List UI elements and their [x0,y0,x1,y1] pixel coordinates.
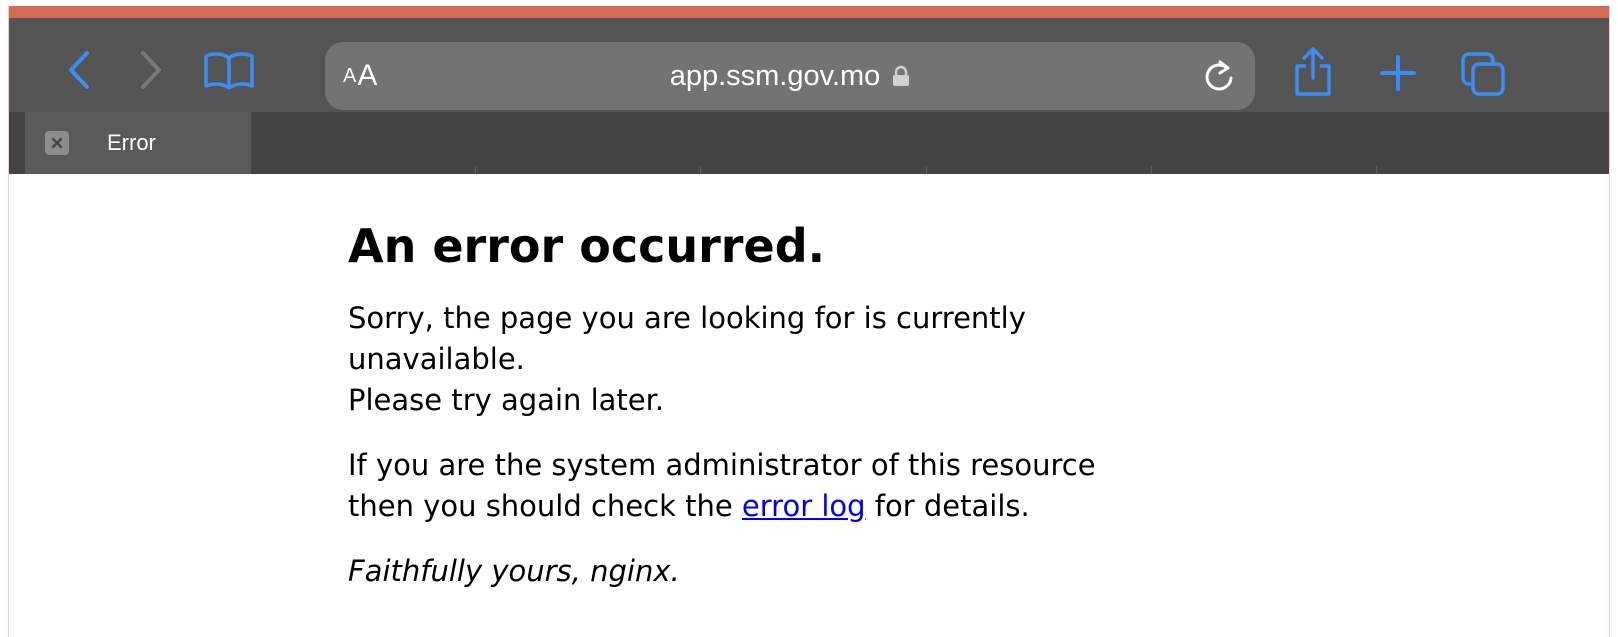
url-display[interactable]: app.ssm.gov.mo [325,42,1255,110]
tab-divider [475,166,476,174]
plus-icon [1379,54,1417,92]
lock-icon [892,65,910,87]
admin-message: If you are the system administrator of t… [348,445,1208,527]
address-bar[interactable]: AA app.ssm.gov.mo [325,42,1255,110]
reload-button[interactable] [1199,56,1239,96]
admin-line-before-link: then you should check the [348,489,742,523]
signature: Faithfully yours, nginx. [348,554,680,588]
tab-divider [926,166,927,174]
admin-line-after-link: for details. [865,489,1030,523]
tab-divider [1151,166,1152,174]
bookmarks-button[interactable] [199,46,259,94]
message-line: Please try again later. [348,383,665,417]
share-icon [1293,46,1333,98]
back-button[interactable] [59,46,99,94]
message-line: unavailable. [348,342,525,376]
book-icon [203,50,255,90]
page-title: An error occurred. [348,219,826,273]
browser-toolbar: AA app.ssm.gov.mo [9,18,1609,112]
tab-bar: Error [9,112,1609,174]
tab-divider [1376,166,1377,174]
browser-window: AA app.ssm.gov.mo Error An error occurre… [8,6,1610,637]
tab-error[interactable]: Error [25,112,251,174]
chevron-right-icon [138,50,164,90]
error-log-link[interactable]: error log [742,489,866,523]
tabs-overview-button[interactable] [1457,48,1509,100]
reload-icon [1202,58,1236,94]
close-icon[interactable] [45,131,69,155]
page-content: An error occurred. Sorry, the page you a… [348,174,1208,592]
tab-title: Error [107,130,156,155]
tabs-icon [1460,51,1506,97]
tab-divider [700,166,701,174]
chevron-left-icon [66,50,92,90]
url-text: app.ssm.gov.mo [669,59,881,92]
forward-button[interactable] [131,46,171,94]
new-tab-button[interactable] [1373,48,1423,98]
share-button[interactable] [1289,44,1337,100]
admin-line: If you are the system administrator of t… [348,448,1096,482]
error-message: Sorry, the page you are looking for is c… [348,298,1208,421]
top-accent-bar [9,6,1609,18]
message-line: Sorry, the page you are looking for is c… [348,301,1026,335]
